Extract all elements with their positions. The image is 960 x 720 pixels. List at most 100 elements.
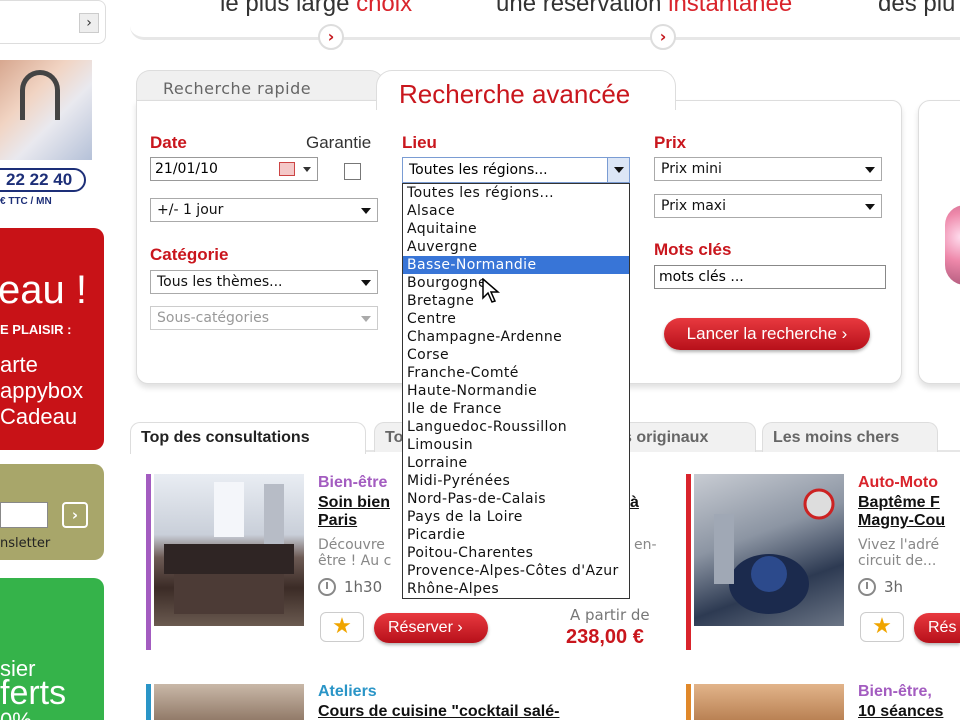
gift-card-promo[interactable]: eau ! E PLAISIR : arte appybox Cadeau [0, 228, 104, 450]
card-description: Vivez l'adré [858, 537, 940, 553]
region-option[interactable]: Languedoc-Roussillon [403, 418, 629, 436]
card-description-continued: en- [634, 537, 657, 553]
chevron-down-icon[interactable] [607, 158, 629, 182]
card-photo-bienetre[interactable] [694, 684, 844, 720]
date-range-select[interactable]: +/- 1 jour [150, 198, 378, 222]
prix-mini-select[interactable]: Prix mini [654, 157, 882, 181]
left-top-box: › [0, 0, 106, 44]
sous-categorie-value: Sous-catégories [157, 310, 270, 326]
lieu-select[interactable]: Toutes les régions... [402, 157, 630, 183]
region-option[interactable]: Alsace [403, 202, 629, 220]
clock-icon [318, 578, 336, 596]
gift-promo-line: Cadeau [0, 404, 78, 429]
left-sidebar: › 22 22 40 € TTC / MN eau ! E PLAISIR : … [0, 0, 106, 720]
tab-top-consultations[interactable]: Top des consultations [130, 422, 366, 454]
promo-next-arrow-icon[interactable]: › [318, 24, 344, 50]
lieu-dropdown-list[interactable]: Toutes les régions... Alsace Aquitaine Auve… [402, 183, 630, 599]
offers-promo[interactable]: sier ferts 0% [0, 578, 104, 720]
chevron-right-icon[interactable]: › [79, 13, 99, 33]
calendar-icon[interactable] [279, 162, 295, 176]
gift-promo-caps: E PLAISIR : [0, 322, 72, 337]
region-option[interactable]: Picardie [403, 526, 629, 544]
card-category-bar [686, 474, 691, 650]
region-option[interactable]: Champagne-Ardenne [403, 328, 629, 346]
prix-maxi-select[interactable]: Prix maxi [654, 194, 882, 218]
region-option[interactable]: Midi-Pyrénées [403, 472, 629, 490]
newsletter-box: › nsletter [0, 464, 104, 560]
card-category-bar [146, 474, 151, 650]
tab-originaux[interactable]: s originaux [612, 422, 756, 452]
region-option[interactable]: Bourgogne [403, 274, 629, 292]
card-duration: 3h [884, 578, 904, 596]
reserver-button[interactable]: Réserver › [374, 613, 488, 643]
region-option[interactable]: Nord-Pas-de-Calais [403, 490, 629, 508]
region-option[interactable]: Poitou-Charentes [403, 544, 629, 562]
card-title-line2[interactable]: Paris [318, 512, 357, 530]
region-option[interactable]: Toutes les régions... [403, 184, 629, 202]
region-option[interactable]: Rhône-Alpes [403, 580, 629, 598]
card-category: Bien-être [318, 474, 388, 491]
region-option[interactable]: Centre [403, 310, 629, 328]
region-option[interactable]: Pays de la Loire [403, 508, 629, 526]
newsletter-submit-button[interactable]: › [62, 502, 88, 528]
favorite-star-button[interactable]: ★ [320, 612, 364, 642]
tab-moins-chers[interactable]: Les moins chers [762, 422, 938, 452]
card-price: 238,00 € [566, 626, 644, 648]
price-from-label: A partir de [570, 606, 650, 624]
card-description: Découvre [318, 537, 385, 553]
promo-strip: le plus large choix une réservation inst… [130, 0, 960, 40]
card-title-continued[interactable]: à [630, 494, 639, 512]
region-option[interactable]: Franche-Comté [403, 364, 629, 382]
card-description-line2: être ! Au c [318, 553, 392, 569]
region-option[interactable]: Provence-Alpes-Côtes d'Azur [403, 562, 629, 580]
card-description-line2: circuit de... [858, 553, 937, 569]
region-option[interactable]: Bretagne [403, 292, 629, 310]
sous-categorie-select[interactable]: Sous-catégories [150, 306, 378, 330]
tab-recherche-avancee[interactable]: Recherche avancée [376, 70, 676, 110]
card-photo-atelier[interactable] [154, 684, 304, 720]
lancer-recherche-button[interactable]: Lancer la recherche › [664, 318, 870, 350]
card-title-line2[interactable]: Magny-Cou [858, 512, 945, 530]
categorie-value: Tous les thèmes... [157, 274, 283, 290]
headset-icon [20, 70, 60, 120]
gift-promo-line: arte [0, 352, 38, 377]
region-option[interactable]: Corse [403, 346, 629, 364]
phone-number: 22 22 40 [0, 168, 86, 192]
newsletter-email-input[interactable] [0, 502, 48, 528]
region-option[interactable]: Aquitaine [403, 220, 629, 238]
right-promo-image [918, 100, 960, 384]
newsletter-label: nsletter [0, 536, 51, 551]
race-car-image [714, 488, 835, 614]
region-option[interactable]: Ile de France [403, 400, 629, 418]
region-option[interactable]: Basse-Normandie [403, 256, 629, 274]
card-category: Auto-Moto [858, 474, 938, 491]
chevron-down-icon [361, 208, 371, 214]
region-option[interactable]: Lorraine [403, 454, 629, 472]
card-photo-spa[interactable] [154, 474, 304, 626]
card-category: Ateliers [318, 683, 377, 700]
categorie-select[interactable]: Tous les thèmes... [150, 270, 378, 294]
region-option[interactable]: Haute-Normandie [403, 382, 629, 400]
garantie-checkbox[interactable] [344, 163, 361, 180]
card-category: Bien-être, [858, 683, 932, 700]
gift-promo-headline: eau ! [0, 268, 87, 312]
reserver-button[interactable]: Rés [914, 613, 960, 643]
region-option[interactable]: Auvergne [403, 238, 629, 256]
card-title[interactable]: Baptême F [858, 494, 940, 512]
favorite-star-button[interactable]: ★ [860, 612, 904, 642]
lieu-value: Toutes les régions... [409, 162, 548, 178]
customer-service-photo [0, 60, 92, 160]
chevron-down-icon[interactable] [303, 167, 311, 172]
mots-cles-label: Mots clés [654, 240, 732, 259]
date-field[interactable]: 21/01/10 [150, 157, 318, 181]
card-title[interactable]: 10 séances [858, 703, 943, 720]
card-title[interactable]: Soin bien [318, 494, 390, 512]
card-title[interactable]: Cours de cuisine "cocktail salé- [318, 703, 559, 720]
spa-room-image [164, 482, 294, 614]
date-value: 21/01/10 [155, 161, 218, 177]
promo-next-arrow-icon[interactable]: › [650, 24, 676, 50]
region-option[interactable]: Limousin [403, 436, 629, 454]
card-photo-auto[interactable] [694, 474, 844, 626]
chevron-down-icon [865, 167, 875, 173]
mots-cles-input[interactable]: mots clés ... [654, 265, 886, 289]
